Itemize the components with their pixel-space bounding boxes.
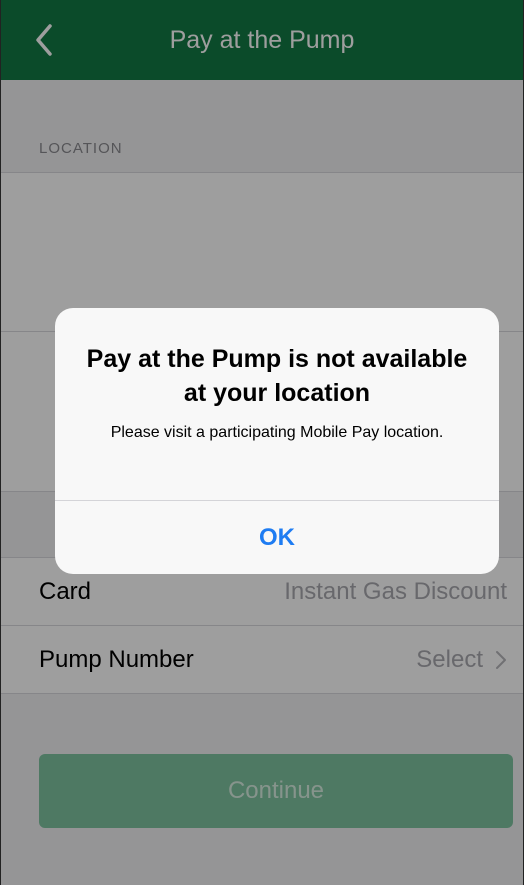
- alert-title: Pay at the Pump is not available at your…: [86, 345, 468, 407]
- alert-message: Please visit a participating Mobile Pay …: [110, 424, 444, 441]
- alert-dialog: Pay at the Pump is not available at your…: [55, 308, 499, 574]
- ok-button[interactable]: OK: [55, 501, 499, 574]
- app-screen: Pay at the Pump LOCATION Card Instant Ga…: [0, 0, 524, 885]
